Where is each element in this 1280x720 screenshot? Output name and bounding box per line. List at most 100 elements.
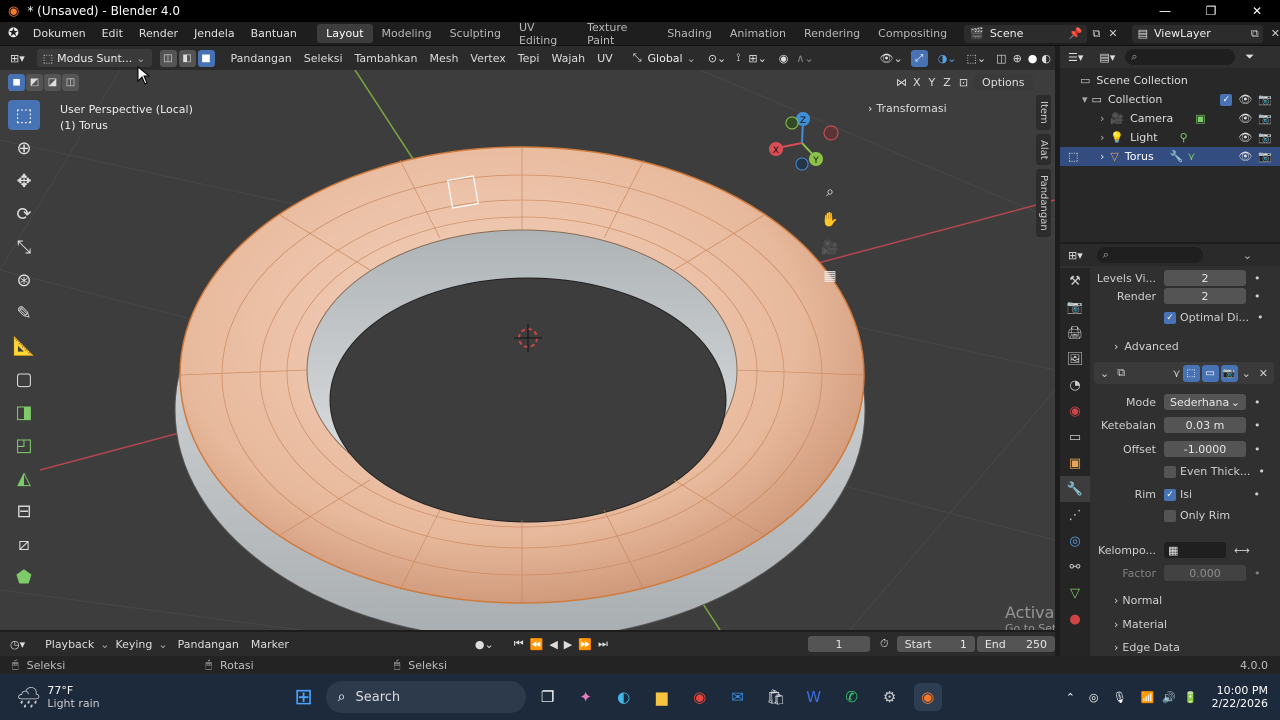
data-tab-icon[interactable]: ▽ — [1060, 580, 1090, 606]
filter-icon[interactable]: ⏷ — [1245, 50, 1254, 64]
properties-editor-icon[interactable]: ⊞▾ — [1068, 249, 1083, 262]
world-tab-icon[interactable]: ◉ — [1060, 398, 1090, 424]
settings-gear-icon[interactable]: ⚙ — [876, 683, 904, 711]
expand-icon[interactable]: ▾ — [1082, 93, 1088, 106]
tab-sculpting[interactable]: Sculpting — [441, 24, 510, 43]
chevron-down-icon[interactable]: ⌄ — [1242, 367, 1251, 380]
outliner-collection[interactable]: ▾ ▭ Collection ✓ 👁 📷 — [1060, 90, 1280, 109]
loop-cut-tool-icon[interactable]: ⊟ — [8, 496, 40, 526]
tab-alat[interactable]: Alat — [1036, 133, 1051, 166]
material-shading-icon[interactable]: ◐ — [1041, 52, 1051, 65]
collection-tab-icon[interactable]: ▭ — [1060, 424, 1090, 450]
keyframe-dot-icon[interactable]: • — [1257, 311, 1264, 324]
keyframe-dot-icon[interactable]: • — [1254, 272, 1261, 285]
mode-dropdown[interactable]: Sederhana ⌄ — [1164, 394, 1246, 410]
bevel-tool-icon[interactable]: ◭ — [8, 463, 40, 493]
cursor-tool-icon[interactable]: ⊕ — [8, 133, 40, 163]
menu-edit[interactable]: Edit — [94, 27, 131, 40]
prev-keyframe-icon[interactable]: ⏪ — [530, 638, 544, 651]
scene-tab-icon[interactable]: ◔ — [1060, 372, 1090, 398]
viewport-canvas[interactable] — [0, 70, 1055, 630]
start-frame-field[interactable]: Start 1 — [896, 636, 975, 652]
minimize-button[interactable]: — — [1142, 4, 1188, 18]
scale-tool-icon[interactable]: ⤡ — [8, 232, 40, 262]
tool-tab-icon[interactable]: ⚒ — [1060, 268, 1090, 294]
axis-x-toggle[interactable]: X — [913, 76, 921, 89]
chevron-down-icon[interactable]: ⌄ — [1100, 367, 1109, 380]
rim-fill-checkbox[interactable]: ✓ — [1164, 488, 1176, 501]
edge-browser-icon[interactable]: ◐ — [610, 683, 638, 711]
axis-z-toggle[interactable]: Z — [943, 76, 951, 89]
new-viewlayer-icon[interactable]: ⧉ — [1251, 27, 1259, 41]
delete-scene-icon[interactable]: ✕ — [1108, 27, 1117, 40]
edit-cage-icon[interactable]: ⋎ — [1173, 367, 1181, 380]
tab-animation[interactable]: Animation — [721, 24, 795, 43]
move-tool-icon[interactable]: ✥ — [8, 166, 40, 196]
inset-tool-icon[interactable]: ◰ — [8, 430, 40, 460]
expand-icon[interactable]: › — [1100, 150, 1104, 163]
timeline-editor-icon[interactable]: ◷▾ — [10, 638, 25, 651]
menu-bantuan[interactable]: Bantuan — [243, 27, 305, 40]
poly-build-tool-icon[interactable]: ⬟ — [8, 562, 40, 592]
factor-field[interactable]: 0.000 — [1164, 565, 1246, 581]
blender-menu-icon[interactable]: ✪ — [8, 26, 19, 41]
chevron-right-icon[interactable]: › — [1114, 641, 1118, 654]
next-keyframe-icon[interactable]: ⏩ — [578, 638, 592, 651]
play-icon[interactable]: ▶ — [564, 638, 572, 651]
maximize-button[interactable]: ❐ — [1188, 4, 1234, 18]
knife-tool-icon[interactable]: ⧄ — [8, 529, 40, 559]
eye-icon[interactable]: 👁 — [1238, 150, 1252, 163]
chevron-down-icon[interactable]: ⌄ — [1243, 249, 1252, 262]
viewlayer-name[interactable]: ViewLayer — [1154, 27, 1251, 40]
menu-render[interactable]: Render — [131, 27, 186, 40]
keyframe-dot-icon[interactable]: • — [1258, 465, 1265, 478]
wireframe-shading-icon[interactable]: ◫ — [996, 52, 1006, 65]
tab-pandangan[interactable]: Pandangan — [1036, 169, 1051, 238]
tab-uv-editing[interactable]: UV Editing — [510, 18, 578, 50]
render-tab-icon[interactable]: 📷 — [1060, 294, 1090, 320]
camera-data-icon[interactable]: ▣ — [1195, 112, 1205, 125]
proportional-edit-icon[interactable]: ◉ — [779, 52, 789, 65]
add-cube-tool-icon[interactable]: ▢ — [8, 364, 40, 394]
pan-hand-icon[interactable]: ✋ — [818, 208, 842, 232]
viewport-toggle-icon[interactable]: ▭ — [1201, 364, 1219, 382]
camera-icon[interactable]: 📷 — [1258, 131, 1272, 144]
menu-wajah[interactable]: Wajah — [545, 52, 591, 65]
camera-icon[interactable]: 📷 — [1258, 150, 1272, 163]
keyframe-dot-icon[interactable]: • — [1254, 396, 1261, 409]
keyframe-dot-icon[interactable]: • — [1254, 567, 1261, 580]
select-box-tool-icon[interactable]: ⬚ — [8, 100, 40, 130]
word-icon[interactable]: W — [800, 683, 828, 711]
taskbar-search-box[interactable]: ⌕ Search — [325, 681, 526, 713]
pin-icon[interactable]: 📌 — [1069, 27, 1083, 40]
vertex-select-icon[interactable]: ◫ — [159, 49, 177, 67]
ortho-toggle-icon[interactable]: ▦ — [818, 264, 842, 288]
chevron-right-icon[interactable]: › — [1114, 594, 1118, 607]
options-dropdown[interactable]: Options — [974, 74, 1033, 91]
modifier-tab-icon[interactable]: 🔧 — [1060, 476, 1090, 502]
render-toggle-icon[interactable]: 📷 — [1220, 364, 1238, 382]
camera-icon[interactable]: 📷 — [1258, 93, 1272, 106]
tab-shading[interactable]: Shading — [658, 24, 721, 43]
extrude-tool-icon[interactable]: ◨ — [8, 397, 40, 427]
edge-data-panel-label[interactable]: Edge Data — [1122, 641, 1179, 654]
solid-shading-icon[interactable]: ● — [1028, 52, 1038, 65]
annotate-tool-icon[interactable]: ✎ — [8, 298, 40, 328]
menu-tambahkan[interactable]: Tambahkan — [349, 52, 424, 65]
expand-icon[interactable]: › — [1100, 112, 1104, 125]
expand-icon[interactable]: › — [1100, 131, 1104, 144]
zoom-icon[interactable]: ⌕ — [818, 180, 842, 204]
physics-tab-icon[interactable]: ◎ — [1060, 528, 1090, 554]
close-button[interactable]: ✕ — [1234, 4, 1280, 18]
battery-icon[interactable]: 🔋 — [1184, 691, 1198, 704]
render-levels-field[interactable]: 2 — [1164, 288, 1246, 304]
only-rim-checkbox[interactable] — [1164, 509, 1176, 522]
editor-type-icon[interactable]: ⊞▾ — [10, 52, 25, 65]
chevron-right-icon[interactable]: › — [1114, 340, 1118, 353]
view-layer-tab-icon[interactable]: 🖼 — [1060, 346, 1090, 372]
clock[interactable]: 10:00 PM 2/22/2026 — [1212, 684, 1268, 710]
tab-modeling[interactable]: Modeling — [373, 24, 441, 43]
exclude-checkbox[interactable]: ✓ — [1220, 93, 1233, 106]
visibility-icon[interactable]: 👁⌄ — [880, 52, 903, 65]
search-icon[interactable]: ⌕ — [1131, 50, 1137, 64]
